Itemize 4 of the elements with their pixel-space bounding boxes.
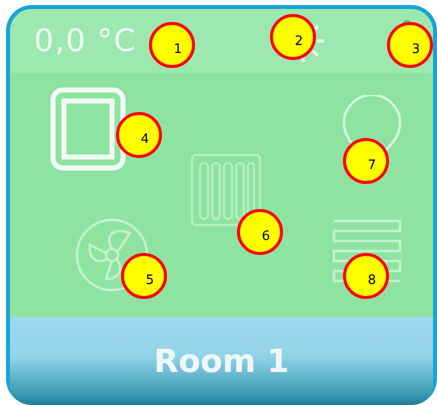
window-icon <box>50 87 126 171</box>
temperature-reading: 0,0 °C <box>34 22 136 61</box>
radiator-icon <box>190 153 262 227</box>
room-name: Room 1 <box>154 341 290 382</box>
